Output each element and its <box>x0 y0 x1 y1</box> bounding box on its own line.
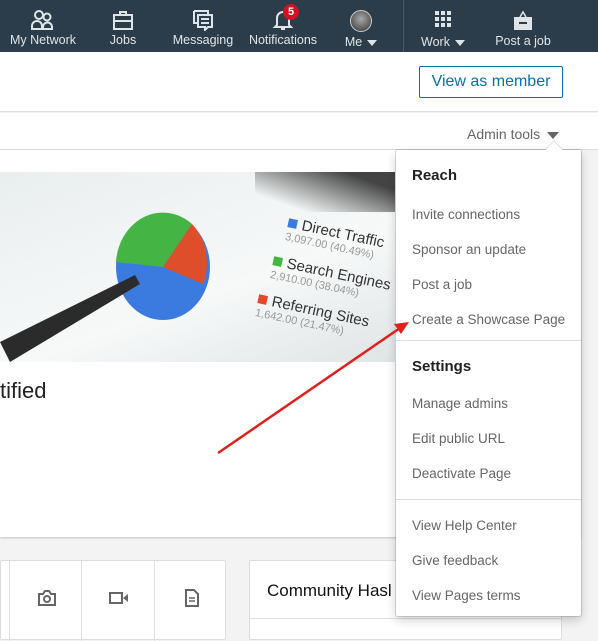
menu-item-view-help-center[interactable]: View Help Center <box>412 518 517 533</box>
chevron-down-icon <box>547 131 560 139</box>
view-as-member-button[interactable]: View as member <box>419 66 563 98</box>
legend-swatch <box>257 294 268 305</box>
video-icon <box>109 592 128 604</box>
people-icon <box>31 10 53 30</box>
menu-item-post-job[interactable]: Post a job <box>412 277 472 292</box>
chevron-down-icon <box>367 39 378 46</box>
reach-heading: Reach <box>412 167 458 184</box>
menu-item-sponsor-update[interactable]: Sponsor an update <box>412 242 526 257</box>
nav-me-label: Me <box>336 35 386 49</box>
document-icon <box>185 589 199 607</box>
camera-icon <box>38 590 56 606</box>
nav-post-a-job[interactable]: Post a job <box>490 0 556 52</box>
add-document-button[interactable] <box>154 561 227 641</box>
nav-my-network[interactable]: My Network <box>6 0 80 52</box>
menu-item-deactivate-page[interactable]: Deactivate Page <box>412 466 511 481</box>
divider <box>396 499 581 500</box>
nav-work-label: Work <box>413 35 473 49</box>
add-photo-button[interactable] <box>9 561 82 641</box>
nav-label: Me <box>344 35 363 49</box>
nav-label: My Network <box>10 33 76 47</box>
page-name: tified <box>0 378 47 403</box>
admin-tools-button[interactable]: Admin tools <box>467 126 560 142</box>
menu-item-give-feedback[interactable]: Give feedback <box>412 553 498 568</box>
chevron-down-icon <box>454 39 465 46</box>
nav-divider <box>403 0 404 52</box>
menu-item-edit-public-url[interactable]: Edit public URL <box>412 431 505 446</box>
legend-swatch <box>287 218 298 229</box>
admin-tools-dropdown: Reach Invite connections Sponsor an upda… <box>396 150 581 616</box>
nav-jobs[interactable]: Jobs <box>100 0 146 52</box>
add-video-button[interactable] <box>81 561 154 641</box>
divider <box>396 340 581 341</box>
menu-item-manage-admins[interactable]: Manage admins <box>412 396 508 411</box>
grid-icon <box>435 11 451 27</box>
community-hashtags-title: Community Hasl <box>267 581 392 600</box>
nav-work[interactable]: Work <box>413 0 473 52</box>
admin-tools-label: Admin tools <box>467 126 541 142</box>
avatar <box>350 10 372 32</box>
briefcase-icon <box>113 11 133 30</box>
divider <box>250 618 561 619</box>
post-job-icon <box>514 10 532 30</box>
settings-heading: Settings <box>412 358 472 375</box>
nav-label: Messaging <box>172 33 234 47</box>
page-header: View as member <box>0 52 598 112</box>
nav-messaging[interactable]: Messaging <box>170 0 236 52</box>
nav-label: Jobs <box>109 33 137 47</box>
nav-me[interactable]: Me <box>336 0 386 52</box>
menu-item-create-showcase-page[interactable]: Create a Showcase Page <box>412 312 565 327</box>
top-nav: My Network Jobs Messaging Notifications … <box>0 0 598 52</box>
composer-card <box>0 560 227 641</box>
legend-swatch <box>272 256 283 267</box>
nav-label: Work <box>421 35 450 49</box>
messaging-icon <box>193 10 213 31</box>
nav-label: Notifications <box>248 33 318 47</box>
menu-item-view-pages-terms[interactable]: View Pages terms <box>412 588 521 603</box>
menu-item-invite-connections[interactable]: Invite connections <box>412 207 520 222</box>
admin-bar: Admin tools <box>0 113 598 150</box>
notification-badge: 5 <box>283 4 299 20</box>
cover-image: Direct Traffic 3,097.00 (40.49%) Search E… <box>0 172 395 362</box>
nav-label: Post a job <box>495 34 551 48</box>
